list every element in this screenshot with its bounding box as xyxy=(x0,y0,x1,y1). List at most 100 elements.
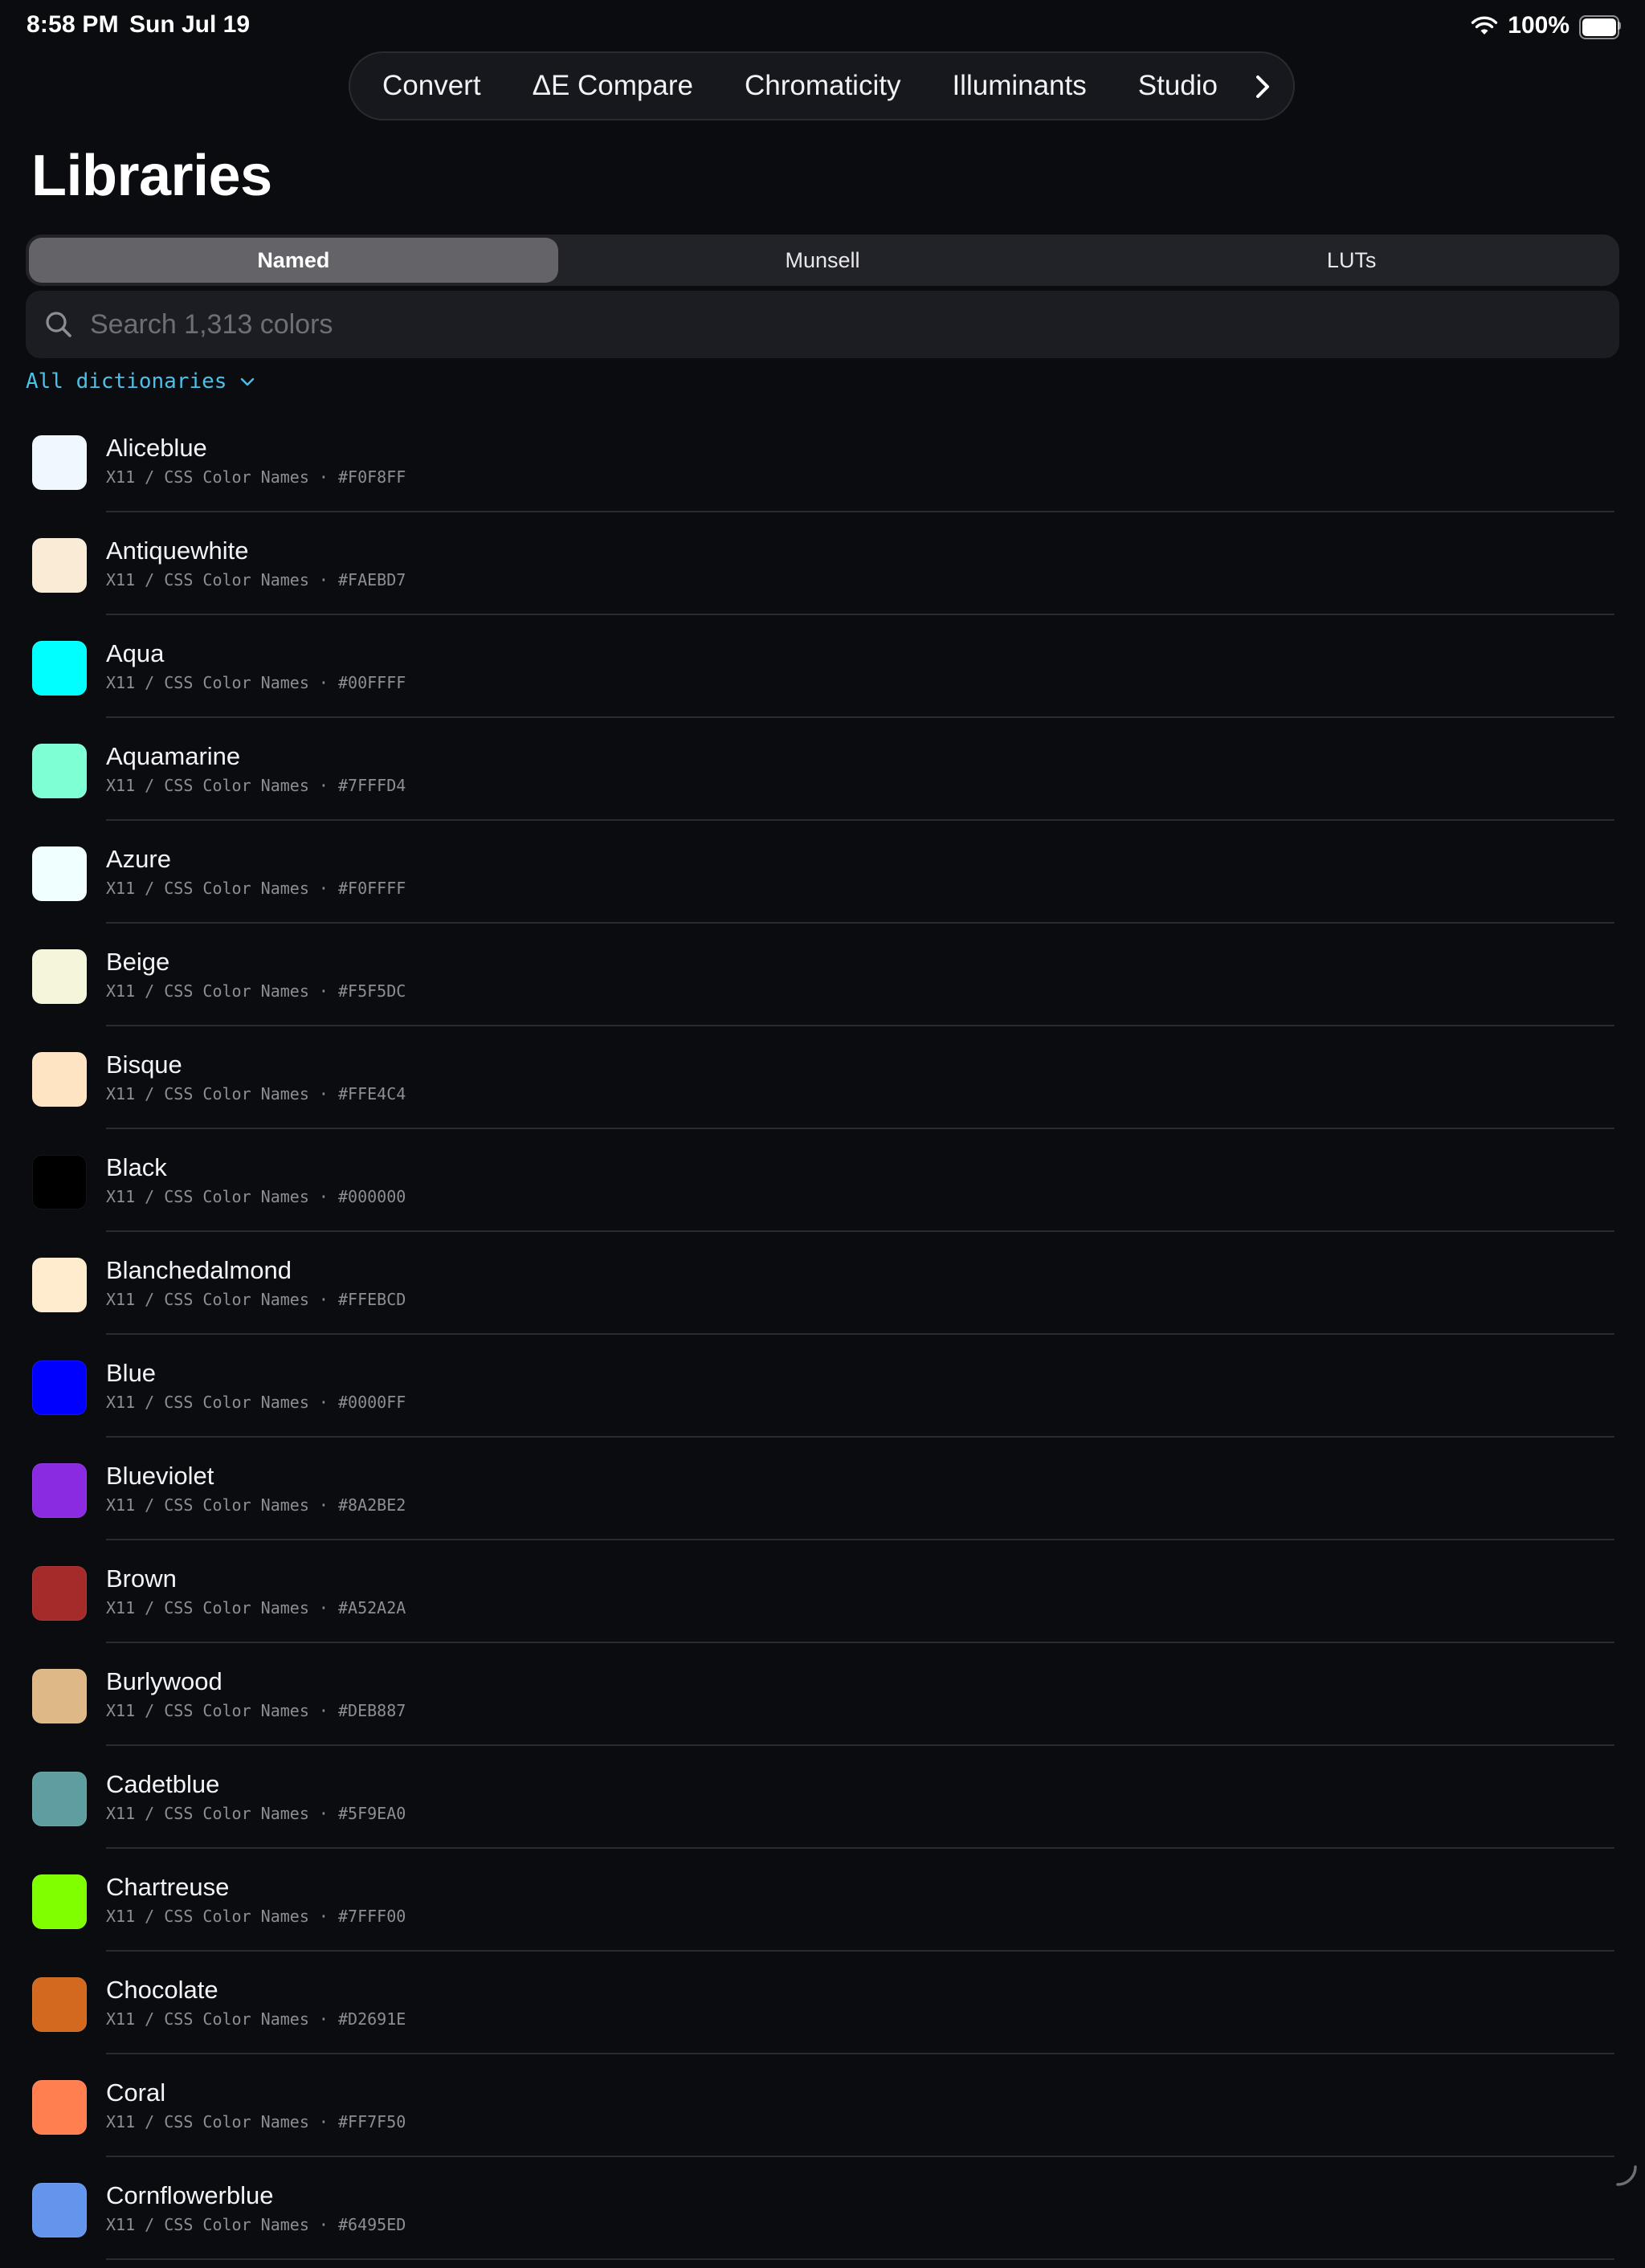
row-divider xyxy=(106,1950,1614,1952)
color-name: Chocolate xyxy=(106,1976,218,2004)
dictionary-filter[interactable]: All dictionaries xyxy=(26,369,257,394)
color-swatch xyxy=(32,744,87,798)
row-divider xyxy=(106,1642,1614,1643)
color-name: Chartreuse xyxy=(106,1873,230,1901)
color-swatch xyxy=(32,435,87,490)
color-library: X11 / CSS Color Names xyxy=(106,1495,309,1515)
color-library: X11 / CSS Color Names xyxy=(106,2215,309,2234)
color-swatch xyxy=(32,1874,87,1929)
segment-luts[interactable]: LUTs xyxy=(1087,238,1616,283)
search-input[interactable] xyxy=(88,308,1619,341)
color-hex: #8A2BE2 xyxy=(338,1495,406,1515)
separator-dot: · xyxy=(308,1701,338,1720)
status-time: 8:58 PM xyxy=(27,11,119,38)
segment-named[interactable]: Named xyxy=(29,238,558,283)
color-name: Aquamarine xyxy=(106,742,241,770)
tab-illuminants[interactable]: Illuminants xyxy=(952,70,1086,102)
color-list-item[interactable]: Aliceblue X11 / CSS Color Names · #F0F8FF xyxy=(0,418,1645,520)
separator-dot: · xyxy=(308,1187,338,1206)
color-library: X11 / CSS Color Names xyxy=(106,879,309,898)
color-details: X11 / CSS Color Names · #6495ED xyxy=(106,2215,406,2234)
color-list-item[interactable]: Blueviolet X11 / CSS Color Names · #8A2BE… xyxy=(0,1446,1645,1548)
row-divider xyxy=(106,1230,1614,1232)
top-tab-bar: Convert ΔE Compare Chromaticity Illumina… xyxy=(349,51,1295,120)
tab-studio[interactable]: Studio xyxy=(1138,70,1218,102)
color-name: Bisque xyxy=(106,1050,182,1079)
color-swatch xyxy=(32,1258,87,1312)
battery-icon xyxy=(1579,15,1621,39)
color-hex: #6495ED xyxy=(338,2215,406,2234)
color-swatch xyxy=(32,2080,87,2135)
color-list-item[interactable]: Cornflowerblue X11 / CSS Color Names · #6… xyxy=(0,2165,1645,2268)
color-hex: #FAEBD7 xyxy=(338,570,406,589)
color-list-item[interactable]: Antiquewhite X11 / CSS Color Names · #FAE… xyxy=(0,520,1645,623)
row-divider xyxy=(106,1744,1614,1746)
color-list-item[interactable]: Chartreuse X11 / CSS Color Names · #7FFF0… xyxy=(0,1857,1645,1960)
color-list-item[interactable]: Coral X11 / CSS Color Names · #FF7F50 xyxy=(0,2062,1645,2165)
color-swatch xyxy=(32,1155,87,1209)
color-library: X11 / CSS Color Names xyxy=(106,1804,309,1823)
color-list-item[interactable]: Beige X11 / CSS Color Names · #F5F5DC xyxy=(0,932,1645,1034)
color-hex: #7FFFD4 xyxy=(338,776,406,795)
dictionary-filter-label: All dictionaries xyxy=(26,369,227,394)
battery-percentage: 100% xyxy=(1508,12,1569,39)
color-list-item[interactable]: Bisque X11 / CSS Color Names · #FFE4C4 xyxy=(0,1034,1645,1137)
tab-convert[interactable]: Convert xyxy=(382,70,481,102)
chevron-down-icon xyxy=(241,377,255,386)
color-hex: #7FFF00 xyxy=(338,1907,406,1926)
color-list-item[interactable]: Blanchedalmond X11 / CSS Color Names · #F… xyxy=(0,1240,1645,1343)
status-bar: 8:58 PM Sun Jul 19 100% xyxy=(0,0,1645,51)
color-details: X11 / CSS Color Names · #00FFFF xyxy=(106,673,406,692)
color-details: X11 / CSS Color Names · #F5F5DC xyxy=(106,981,406,1001)
color-list-item[interactable]: Blue X11 / CSS Color Names · #0000FF xyxy=(0,1343,1645,1446)
tab-chromaticity[interactable]: Chromaticity xyxy=(745,70,900,102)
color-hex: #D2691E xyxy=(338,2009,406,2029)
color-list-item[interactable]: Brown X11 / CSS Color Names · #A52A2A xyxy=(0,1548,1645,1651)
color-hex: #F5F5DC xyxy=(338,981,406,1001)
color-name: Aqua xyxy=(106,639,165,667)
row-divider xyxy=(106,922,1614,924)
row-divider xyxy=(106,819,1614,821)
status-date: Sun Jul 19 xyxy=(129,11,251,38)
wifi-icon xyxy=(1472,16,1498,35)
color-library: X11 / CSS Color Names xyxy=(106,1290,309,1309)
row-divider xyxy=(106,716,1614,718)
color-swatch xyxy=(32,641,87,695)
separator-dot: · xyxy=(308,879,338,898)
color-list-item[interactable]: Burlywood X11 / CSS Color Names · #DEB887 xyxy=(0,1651,1645,1754)
color-name: Blueviolet xyxy=(106,1462,214,1490)
color-name: Cornflowerblue xyxy=(106,2181,274,2209)
color-list-item[interactable]: Black X11 / CSS Color Names · #000000 xyxy=(0,1137,1645,1240)
color-library: X11 / CSS Color Names xyxy=(106,981,309,1001)
row-divider xyxy=(106,1436,1614,1438)
color-swatch xyxy=(32,1052,87,1107)
color-hex: #000000 xyxy=(338,1187,406,1206)
search-icon xyxy=(46,312,71,337)
chevron-right-icon[interactable] xyxy=(1247,71,1279,103)
color-list-item[interactable]: Aqua X11 / CSS Color Names · #00FFFF xyxy=(0,623,1645,726)
color-hex: #0000FF xyxy=(338,1393,406,1412)
color-hex: #FFE4C4 xyxy=(338,1084,406,1103)
color-hex: #FFEBCD xyxy=(338,1290,406,1309)
separator-dot: · xyxy=(308,1495,338,1515)
color-list-item[interactable]: Cadetblue X11 / CSS Color Names · #5F9EA0 xyxy=(0,1754,1645,1857)
color-swatch xyxy=(32,538,87,593)
color-name: Cadetblue xyxy=(106,1770,220,1798)
segment-munsell[interactable]: Munsell xyxy=(558,238,1088,283)
separator-dot: · xyxy=(308,1598,338,1617)
color-list-item[interactable]: Aquamarine X11 / CSS Color Names · #7FFFD… xyxy=(0,726,1645,829)
color-details: X11 / CSS Color Names · #FF7F50 xyxy=(106,2112,406,2131)
color-hex: #00FFFF xyxy=(338,673,406,692)
color-hex: #FF7F50 xyxy=(338,2112,406,2131)
color-list-item[interactable]: Chocolate X11 / CSS Color Names · #D2691E xyxy=(0,1960,1645,2062)
row-divider xyxy=(106,1539,1614,1540)
color-details: X11 / CSS Color Names · #8A2BE2 xyxy=(106,1495,406,1515)
resize-grip-icon[interactable] xyxy=(1613,2162,1639,2188)
tab-delta-e-compare[interactable]: ΔE Compare xyxy=(533,70,693,102)
color-details: X11 / CSS Color Names · #D2691E xyxy=(106,2009,406,2029)
separator-dot: · xyxy=(308,981,338,1001)
color-name: Coral xyxy=(106,2078,166,2107)
color-list-item[interactable]: Azure X11 / CSS Color Names · #F0FFFF xyxy=(0,829,1645,932)
library-segmented-control: Named Munsell LUTs xyxy=(26,235,1619,286)
color-details: X11 / CSS Color Names · #5F9EA0 xyxy=(106,1804,406,1823)
